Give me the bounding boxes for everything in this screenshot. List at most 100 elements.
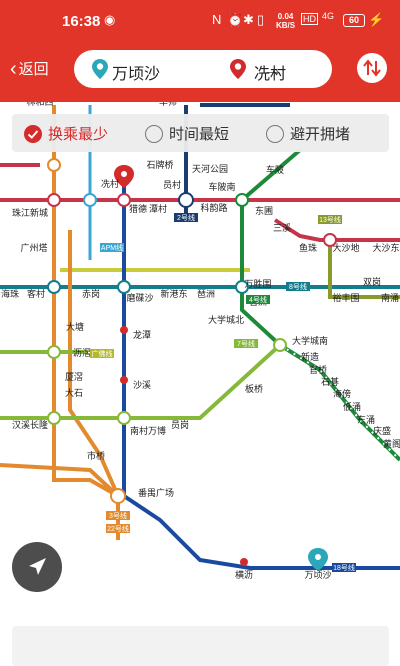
- option-label: 换乘最少: [48, 126, 109, 143]
- station-label-yft[interactable]: 裕丰围: [332, 292, 359, 303]
- station-label-kc[interactable]: 客村: [27, 288, 45, 299]
- station-label-dsh[interactable]: 大石: [65, 387, 83, 398]
- locate-button[interactable]: [12, 542, 62, 592]
- station-label-cpn[interactable]: 车陂南: [208, 181, 235, 192]
- line-badge: APM线: [100, 243, 124, 252]
- station-label-sq[interactable]: 市桥: [87, 450, 105, 461]
- station-label-pfgc[interactable]: 番禺广场: [138, 487, 174, 498]
- station-label-xgd[interactable]: 新港东: [160, 288, 187, 299]
- station-label-bq[interactable]: 板桥: [245, 383, 263, 394]
- station-label-wqs[interactable]: 万顷沙: [304, 570, 331, 580]
- svg-text:8号线: 8号线: [289, 282, 307, 291]
- station-label-yg[interactable]: 员村: [163, 179, 181, 190]
- origin-pin-icon: [92, 59, 108, 79]
- station-label-hs[interactable]: 华师: [159, 102, 177, 107]
- alarm-icon: ⏰: [227, 12, 244, 27]
- origin-station[interactable]: 万顷沙: [112, 60, 160, 84]
- status-bar: 16:38 ◉ N ⏰ ✱ ▯ 0.04 KB/S HD 4G 60 ⚡: [0, 0, 400, 40]
- station-label-hxcq[interactable]: 汉溪长隆: [12, 419, 48, 430]
- hd-badge: HD: [301, 13, 318, 25]
- radio-unchecked-icon: [145, 124, 163, 143]
- line-badge: 3号线: [106, 511, 130, 520]
- station-label-gzt[interactable]: 广州塔: [20, 242, 47, 253]
- station-label-nz[interactable]: 南涌: [381, 292, 399, 303]
- station-label-cp[interactable]: 车陂: [266, 164, 284, 175]
- station-label-dy[interactable]: 低涌: [343, 401, 361, 412]
- station-label-zjxc[interactable]: 珠江新城: [12, 207, 48, 218]
- route-header: ‹ 返回 万顷沙 → 冼村: [0, 40, 400, 102]
- svg-text:13号线: 13号线: [319, 215, 341, 224]
- option-fewest-transfers[interactable]: 换乘最少: [24, 123, 108, 144]
- station-label-dongy[interactable]: 东涌: [357, 414, 375, 425]
- station-label-lx[interactable]: 沥滘: [73, 348, 91, 358]
- line-badge: 2号线: [174, 213, 198, 222]
- route-preference-bar: 换乘最少 时间最短 避开拥堵: [12, 114, 389, 152]
- swap-button[interactable]: [357, 53, 387, 83]
- station-label-dxcn[interactable]: 大学城南: [292, 335, 328, 346]
- svg-text:18号线: 18号线: [333, 563, 355, 572]
- destination-pin-icon: [230, 59, 246, 79]
- back-button[interactable]: ‹ 返回: [10, 58, 49, 79]
- destination-station[interactable]: 冼村: [254, 60, 286, 84]
- station-label-gqz[interactable]: 官桥: [309, 364, 327, 375]
- station-label-tlb[interactable]: 天河公园: [192, 163, 228, 174]
- line-badge: 22号线: [106, 524, 130, 533]
- signal-icon: 4G: [322, 11, 335, 21]
- station-label-sj[interactable]: 石碁: [321, 376, 339, 387]
- line-badge: 8号线: [286, 282, 310, 291]
- vibrate-icon: ▯: [257, 12, 265, 27]
- station-label-hz[interactable]: 海珠: [1, 288, 19, 299]
- station-label-lp[interactable]: 猎德: [129, 203, 147, 214]
- radio-unchecked-icon: [266, 124, 284, 143]
- station-label-wsw[interactable]: 万胜围: [244, 279, 271, 289]
- station-label-dsd[interactable]: 大沙地: [332, 242, 359, 253]
- radio-checked-icon: [24, 124, 42, 143]
- line-badge: 13号线: [318, 215, 342, 224]
- station-label-yz[interactable]: 鱼珠: [299, 242, 317, 253]
- line-badge: 广佛线: [90, 349, 114, 358]
- svg-text:7号线: 7号线: [237, 339, 255, 348]
- station-label-ncwb[interactable]: 南村万博: [130, 425, 166, 436]
- station-label-dp[interactable]: 东圃: [255, 205, 273, 216]
- station-label-sxi[interactable]: 沙溪: [133, 379, 151, 390]
- line-22: [0, 463, 120, 540]
- station-label-xm[interactable]: 厦滘: [65, 372, 83, 382]
- svg-text:广佛线: 广佛线: [92, 349, 113, 358]
- station-label-xz[interactable]: 新造: [301, 351, 319, 362]
- station-label-hs2[interactable]: 海傍: [333, 388, 351, 399]
- station-label-kyl[interactable]: 科韵路: [200, 202, 227, 213]
- station-label-yq[interactable]: 员岗: [171, 420, 189, 430]
- station-label-sph[interactable]: 石牌桥: [146, 159, 173, 170]
- station-label-dxcb[interactable]: 大学城北: [208, 314, 244, 325]
- station-label-ds[interactable]: 大塘: [66, 321, 84, 332]
- chevron-left-icon: ‹: [10, 57, 17, 80]
- station-label-lhx[interactable]: 林和西: [26, 102, 53, 107]
- station-label-yc[interactable]: 潭村: [149, 203, 167, 214]
- station-label-dsd2[interactable]: 大沙东: [372, 242, 399, 253]
- station-label-sf[interactable]: 双岗: [363, 277, 381, 287]
- status-time: 16:38: [62, 13, 101, 30]
- station-label-qs[interactable]: 庆盛: [373, 425, 391, 436]
- station-label-hh[interactable]: 黄阁: [383, 438, 400, 449]
- option-avoid-crowds[interactable]: 避开拥堵: [266, 123, 350, 144]
- station-label-pz[interactable]: 琶洲: [197, 289, 215, 299]
- station-label-ck[interactable]: 赤岗: [82, 289, 100, 299]
- option-label: 避开拥堵: [290, 126, 351, 143]
- station-label-xc[interactable]: 冼村: [101, 178, 119, 189]
- bluetooth-icon: ✱: [243, 12, 254, 27]
- station-label-hl[interactable]: 横沥: [235, 569, 253, 580]
- route-selector[interactable]: 万顷沙 → 冼村: [74, 50, 332, 88]
- station-labels: 林和西 华师天河公园 石牌桥冼村珠江新城 猎德 潭村 员村 车陂南科韵路 车陂东圃三溪鱼珠 大沙…: [1, 102, 400, 580]
- weibo-icon: ◉: [104, 12, 116, 27]
- station-label-lt[interactable]: 龙潭: [133, 329, 151, 340]
- svg-text:22号线: 22号线: [107, 524, 129, 533]
- line-badge: 4号线: [246, 295, 270, 304]
- line-badge: 7号线: [234, 339, 258, 348]
- station-label-sx[interactable]: 三溪: [273, 222, 291, 233]
- svg-text:2号线: 2号线: [177, 213, 195, 222]
- charging-icon: ⚡: [368, 12, 385, 27]
- option-shortest-time[interactable]: 时间最短: [145, 123, 229, 144]
- line-18: [122, 170, 400, 570]
- station-label-mzs[interactable]: 磨碟沙: [126, 293, 153, 303]
- line-badge: 18号线: [332, 563, 356, 572]
